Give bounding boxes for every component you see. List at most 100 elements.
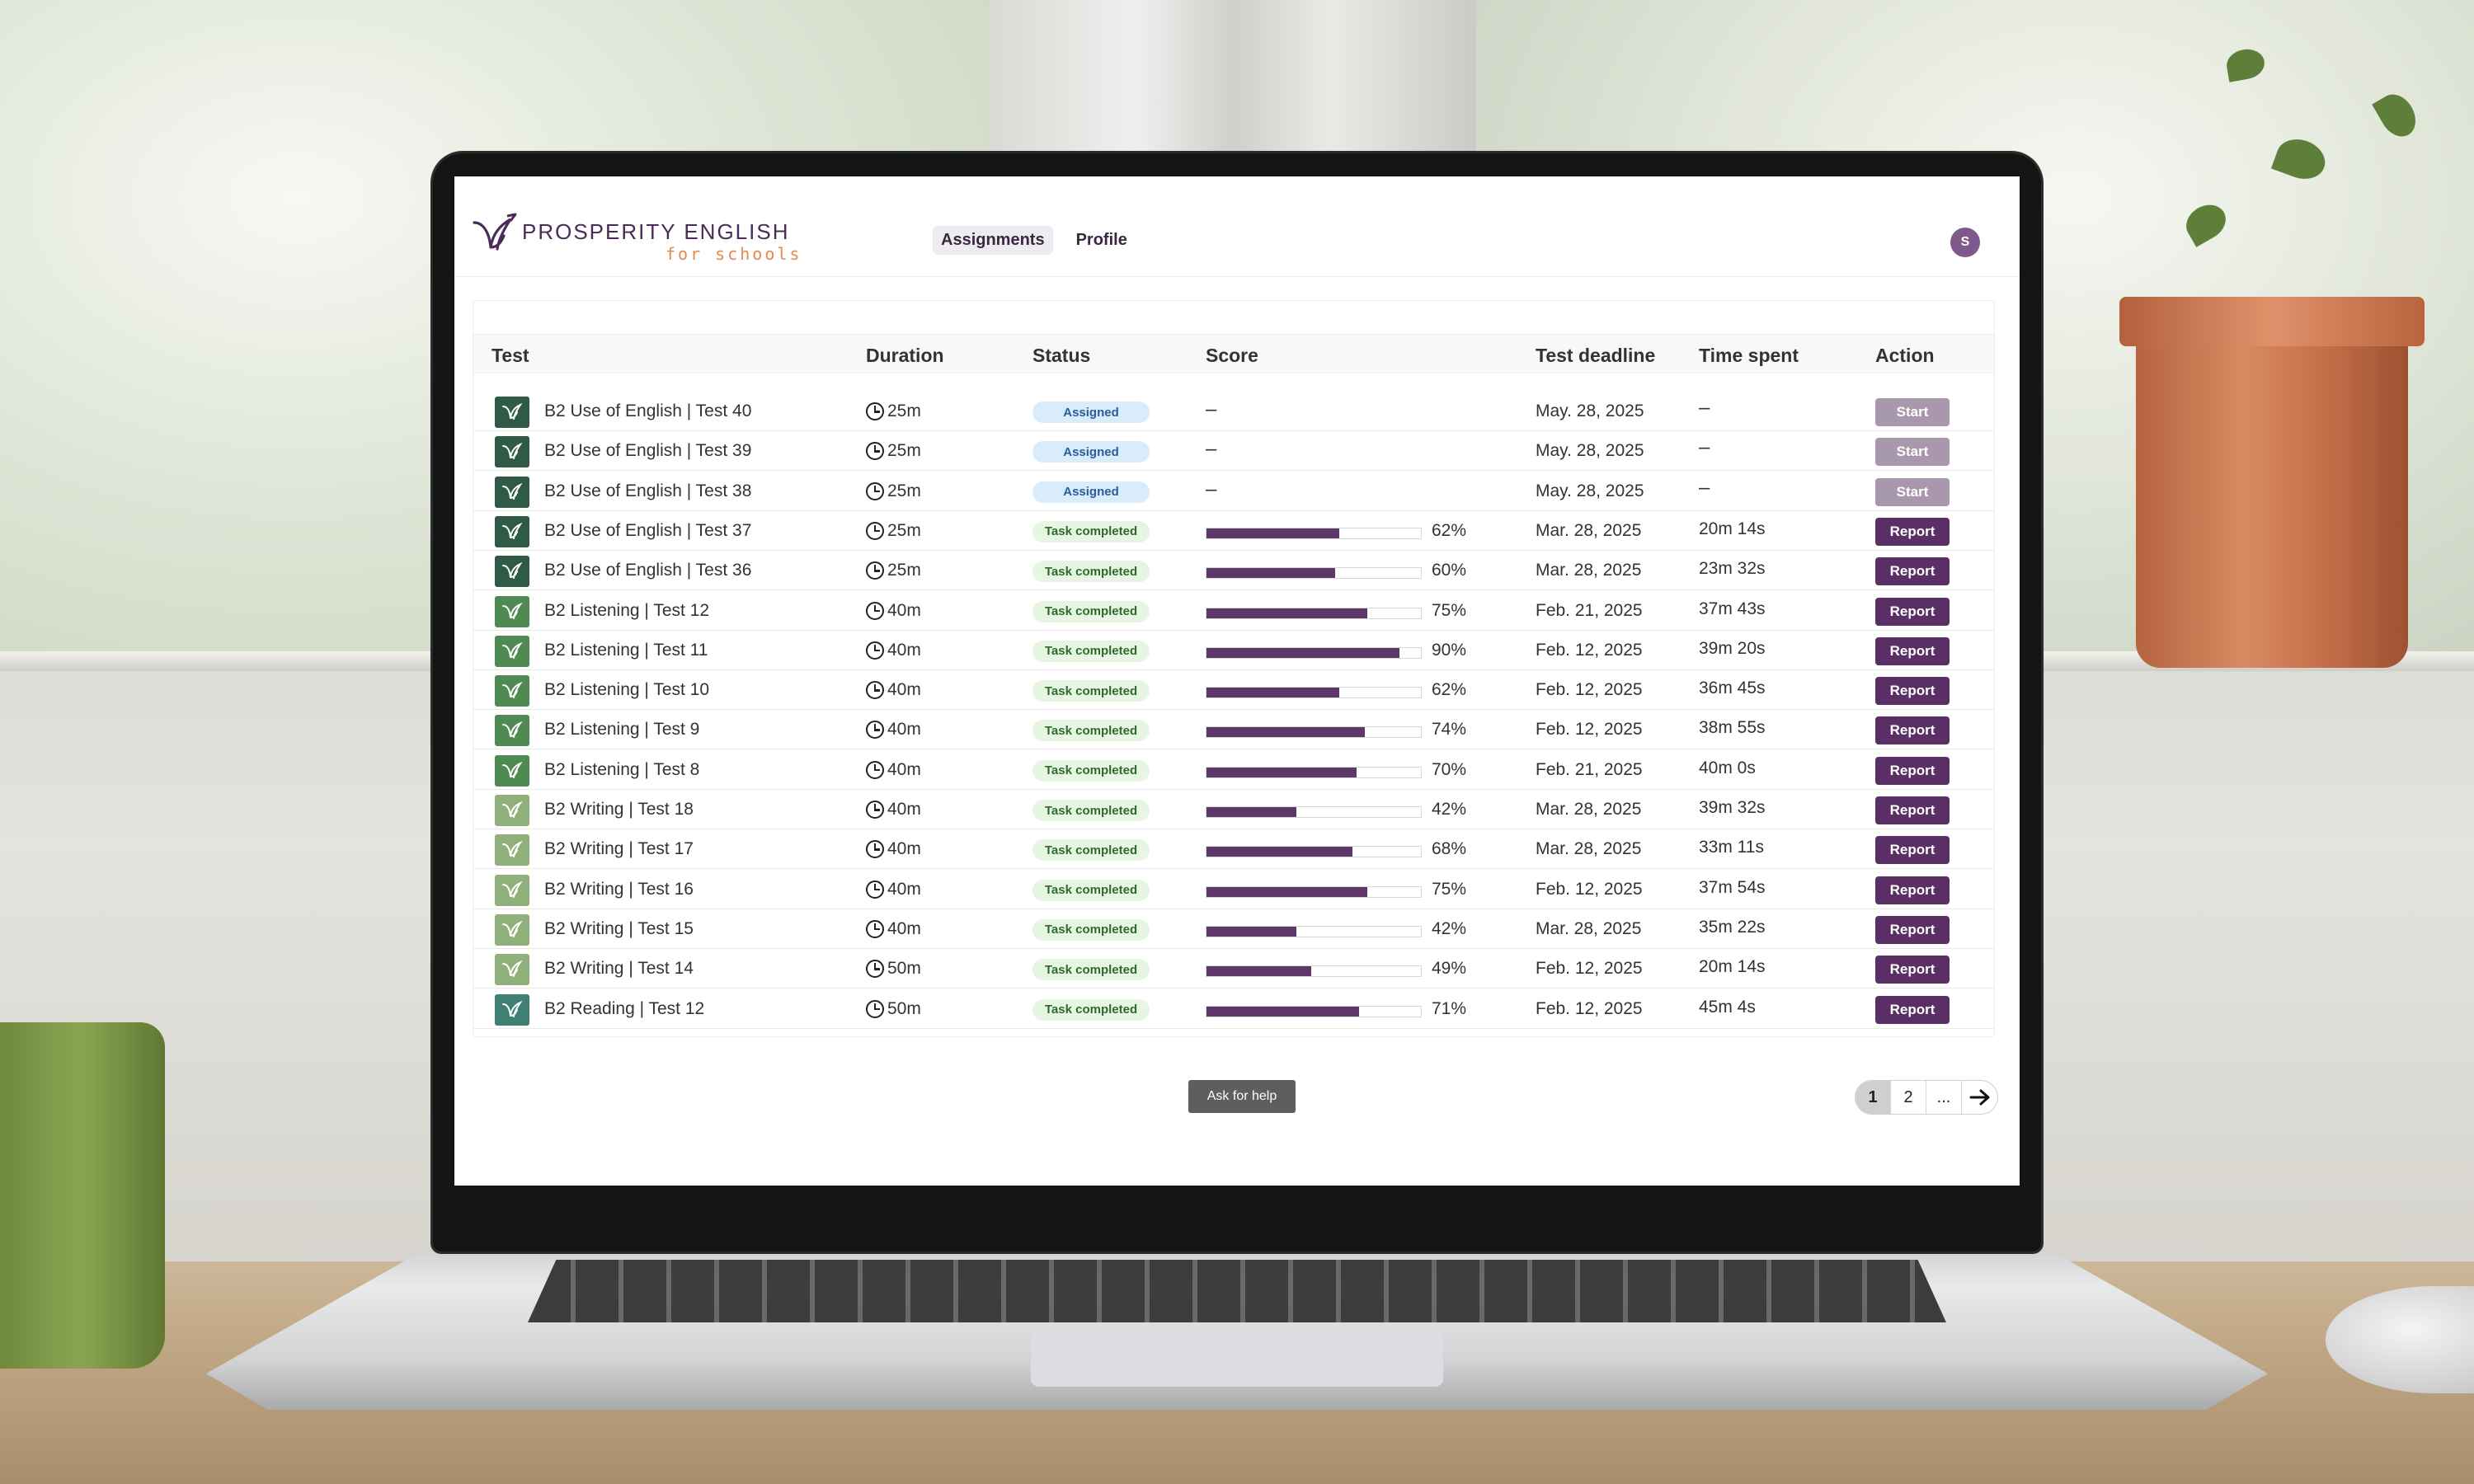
brand-logo[interactable]: PROSPERITY ENGLISH for schools — [471, 211, 799, 264]
test-duration: 50m — [866, 959, 921, 979]
score-bar — [1206, 646, 1422, 659]
status-badge: Task completed — [1032, 759, 1150, 782]
test-name[interactable]: B2 Use of English | Test 36 — [544, 561, 751, 580]
nav-assignments[interactable]: Assignments — [933, 226, 1053, 255]
test-name[interactable]: B2 Listening | Test 8 — [544, 760, 699, 780]
next-page-button[interactable] — [1962, 1081, 1997, 1114]
table-row: B2 Use of English | Test 39 25m Assigned – M… — [473, 431, 1994, 472]
test-name[interactable]: B2 Listening | Test 12 — [544, 601, 709, 621]
nav-profile[interactable]: Profile — [1068, 226, 1136, 255]
test-category-icon — [495, 476, 529, 508]
status-badge: Assigned — [1032, 481, 1150, 503]
test-duration: 40m — [866, 800, 921, 819]
time-spent: 20m 14s — [1699, 957, 1766, 977]
test-category-icon — [495, 954, 529, 986]
score-percent: 42% — [1432, 800, 1467, 819]
report-button[interactable]: Report — [1875, 517, 1950, 546]
clock-icon — [866, 561, 884, 580]
clock-icon — [866, 880, 884, 899]
column-header-duration: Duration — [866, 345, 944, 366]
time-spent: 40m 0s — [1699, 758, 1756, 777]
test-duration: 25m — [866, 521, 921, 541]
test-name[interactable]: B2 Listening | Test 10 — [544, 680, 709, 700]
score-percent: 49% — [1432, 959, 1467, 979]
duration-value: 25m — [887, 441, 921, 461]
score-percent: 90% — [1432, 640, 1467, 660]
time-spent: – — [1699, 476, 1710, 499]
score-empty: – — [1206, 477, 1217, 500]
table-row: B2 Writing | Test 16 40m Task completed 75%… — [473, 870, 1994, 909]
score-percent: 71% — [1432, 998, 1467, 1018]
score-percent: 74% — [1432, 720, 1467, 740]
test-deadline: Feb. 12, 2025 — [1536, 959, 1643, 979]
clock-icon — [866, 402, 884, 420]
column-header-time-spent: Time spent — [1699, 345, 1799, 366]
ask-for-help-button[interactable]: Ask for help — [1188, 1080, 1296, 1113]
clock-icon — [866, 601, 884, 620]
score-percent: 68% — [1432, 839, 1467, 859]
report-button[interactable]: Report — [1875, 876, 1950, 904]
test-category-icon — [495, 874, 529, 906]
page-2-button[interactable]: 2 — [1891, 1081, 1926, 1114]
table-row: B2 Writing | Test 18 40m Task completed 42%… — [473, 790, 1994, 829]
test-name[interactable]: B2 Writing | Test 17 — [544, 839, 694, 859]
status-badge: Assigned — [1032, 441, 1150, 463]
test-duration: 40m — [866, 720, 921, 740]
time-spent: 38m 55s — [1699, 718, 1766, 738]
test-name[interactable]: B2 Writing | Test 18 — [544, 800, 694, 819]
report-button[interactable]: Report — [1875, 677, 1950, 706]
clock-icon — [866, 999, 884, 1018]
report-button[interactable]: Report — [1875, 836, 1950, 865]
page-ellipsis: ... — [1926, 1081, 1962, 1114]
test-name[interactable]: B2 Use of English | Test 39 — [544, 441, 751, 461]
test-name[interactable]: B2 Writing | Test 15 — [544, 919, 694, 939]
test-name[interactable]: B2 Use of English | Test 40 — [544, 402, 751, 421]
status-badge: Task completed — [1032, 680, 1150, 702]
report-button[interactable]: Report — [1875, 636, 1950, 665]
report-button[interactable]: Report — [1875, 756, 1950, 785]
test-category-icon — [495, 834, 529, 866]
status-badge: Assigned — [1032, 402, 1150, 423]
brand-subtitle: for schools — [666, 244, 802, 264]
report-button[interactable]: Report — [1875, 716, 1950, 745]
score-bar — [1206, 846, 1422, 858]
app-screen: PROSPERITY ENGLISH for schools Assignmen… — [454, 176, 2020, 1186]
time-spent: 39m 32s — [1699, 798, 1766, 817]
test-category-icon — [495, 436, 529, 468]
score-percent: 75% — [1432, 879, 1467, 899]
duration-value: 50m — [887, 959, 921, 979]
report-button[interactable]: Report — [1875, 995, 1950, 1024]
test-deadline: Mar. 28, 2025 — [1536, 839, 1642, 859]
report-button[interactable]: Report — [1875, 956, 1950, 984]
table-row: B2 Use of English | Test 40 25m Assigned – M… — [473, 392, 1994, 431]
status-badge: Task completed — [1032, 800, 1150, 821]
report-button[interactable]: Report — [1875, 915, 1950, 944]
test-name[interactable]: B2 Writing | Test 14 — [544, 959, 694, 979]
test-duration: 25m — [866, 402, 921, 421]
report-button[interactable]: Report — [1875, 597, 1950, 626]
test-name[interactable]: B2 Writing | Test 16 — [544, 880, 694, 899]
test-deadline: Feb. 12, 2025 — [1536, 680, 1643, 700]
test-name[interactable]: B2 Use of English | Test 37 — [544, 521, 751, 541]
test-deadline: Mar. 28, 2025 — [1536, 520, 1642, 540]
status-badge: Task completed — [1032, 918, 1150, 941]
time-spent: 33m 11s — [1699, 838, 1764, 857]
user-avatar[interactable]: S — [1950, 228, 1980, 257]
coffee-mug — [0, 1022, 165, 1369]
score-percent: 75% — [1432, 600, 1467, 620]
duration-value: 25m — [887, 481, 921, 500]
duration-value: 50m — [887, 998, 921, 1018]
test-name[interactable]: B2 Listening | Test 11 — [544, 641, 708, 660]
start-button[interactable]: Start — [1875, 398, 1950, 426]
test-name[interactable]: B2 Use of English | Test 38 — [544, 481, 751, 501]
page-1-button[interactable]: 1 — [1856, 1081, 1891, 1114]
report-button[interactable]: Report — [1875, 557, 1950, 586]
plant-pot-rim — [2119, 297, 2425, 346]
status-badge: Task completed — [1032, 879, 1150, 901]
start-button[interactable]: Start — [1875, 438, 1950, 467]
test-name[interactable]: B2 Listening | Test 9 — [544, 720, 699, 740]
test-name[interactable]: B2 Reading | Test 12 — [544, 999, 704, 1019]
duration-value: 40m — [887, 720, 921, 740]
report-button[interactable]: Report — [1875, 796, 1950, 824]
start-button[interactable]: Start — [1875, 477, 1950, 506]
